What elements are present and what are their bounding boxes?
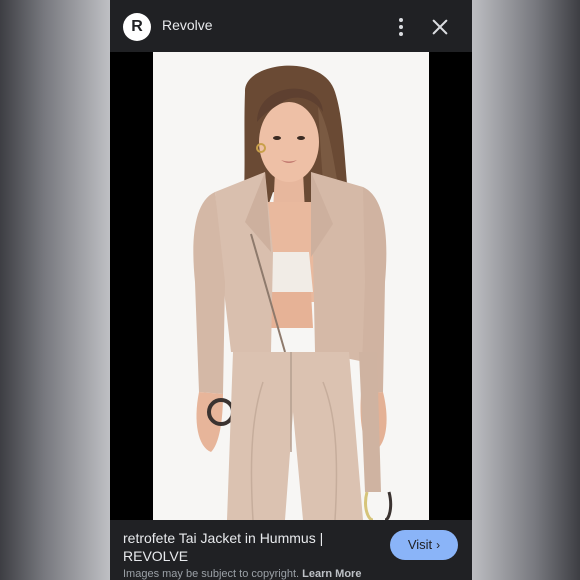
visit-label: Visit [407, 537, 433, 552]
chevron-right-icon: › [436, 538, 441, 552]
image-caption: retrofete Tai Jacket in Hummus | REVOLVE… [110, 520, 472, 580]
learn-more-link[interactable]: Learn More [302, 568, 361, 580]
image-area [110, 52, 472, 520]
viewer-header: R Revolve [110, 0, 472, 52]
product-image[interactable] [153, 52, 429, 520]
visit-button[interactable]: Visit › [390, 530, 458, 560]
background-right [470, 0, 580, 580]
close-icon[interactable] [430, 17, 450, 37]
site-logo: R [123, 13, 151, 41]
title-line-2: REVOLVE [123, 548, 189, 564]
title-line-1: retrofete Tai Jacket in Hummus | [123, 530, 324, 546]
background-left [0, 0, 110, 580]
image-viewer: R Revolve retrofete Tai Jacket in Hummus… [110, 0, 472, 580]
site-name[interactable]: Revolve [162, 17, 213, 33]
more-vert-icon[interactable] [390, 15, 412, 39]
image-title-link[interactable]: retrofete Tai Jacket in Hummus | REVOLVE [123, 529, 373, 565]
copyright-text: Images may be subject to copyright. [123, 568, 300, 580]
copyright-notice: Images may be subject to copyright. Lear… [123, 568, 361, 580]
